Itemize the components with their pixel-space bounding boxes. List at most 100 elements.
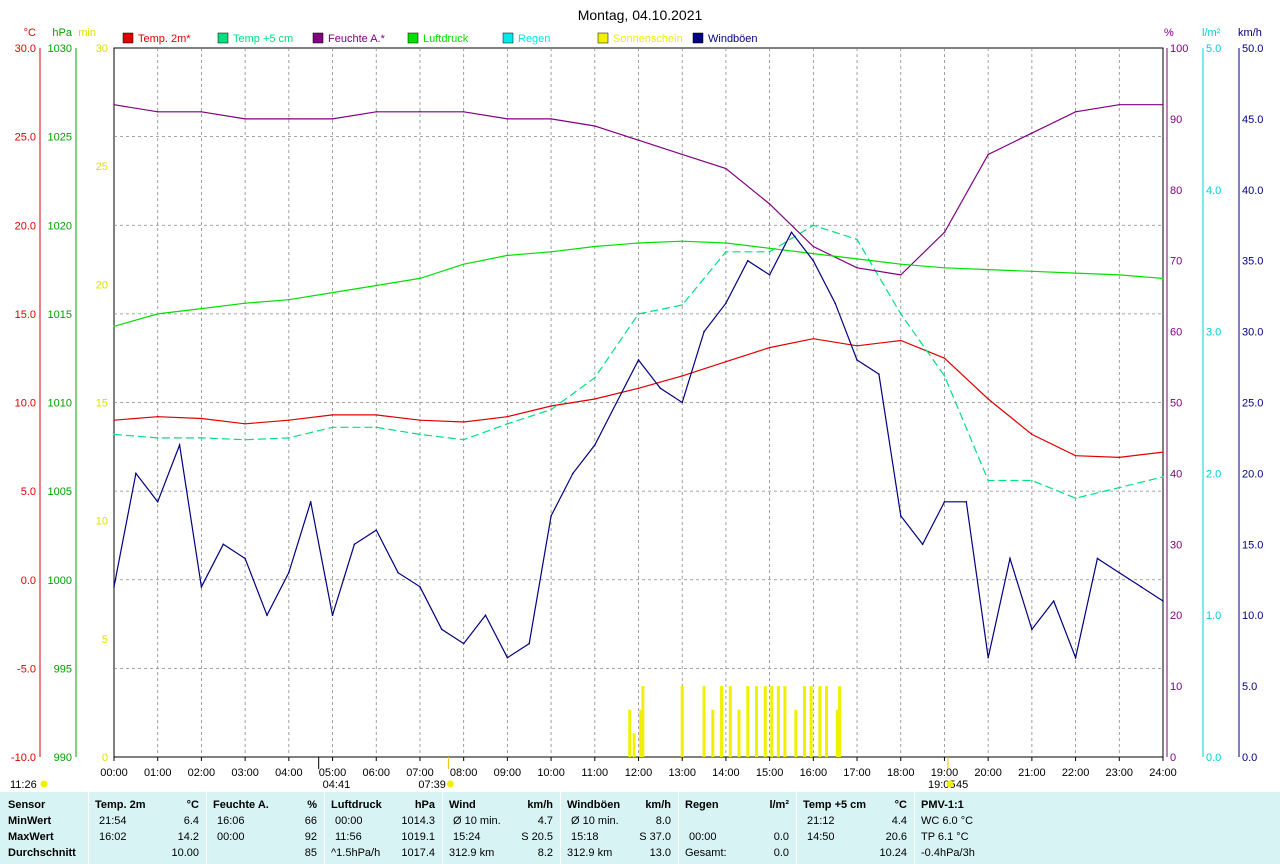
data-point — [725, 251, 727, 253]
data-point — [1162, 277, 1164, 280]
data-point — [550, 251, 552, 253]
humidity-axis-tick: 90 — [1170, 114, 1182, 126]
data-point — [637, 359, 640, 361]
rain-axis-tick: 5.0 — [1206, 43, 1221, 55]
data-point — [506, 422, 509, 425]
data-point — [156, 437, 159, 439]
stats-avg-label: ^1.5hPa/h — [331, 847, 381, 859]
data-point — [768, 251, 771, 253]
data-point — [222, 543, 225, 546]
stats-column-unit: °C — [186, 799, 199, 811]
data-point — [419, 419, 421, 422]
stats-row-labels: Sensor MinWert MaxWert Durchschnitt — [0, 792, 88, 864]
legend-label: Luftdruck — [423, 33, 469, 45]
data-point — [593, 125, 596, 127]
pressure-axis-tick: 995 — [54, 663, 72, 675]
wind-axis-tick: 0.0 — [1242, 752, 1257, 764]
moonrise-label: 04:41 — [323, 779, 351, 791]
data-point — [768, 274, 771, 276]
x-tick-label: 12:00 — [625, 767, 653, 779]
rain-axis-tick: 0.0 — [1206, 752, 1221, 764]
stats-column-name: Luftdruck — [331, 799, 382, 811]
data-point — [288, 419, 290, 422]
stats-column-name: Regen — [685, 799, 719, 811]
stats-max-value: 1019.1 — [401, 831, 435, 843]
wind-axis-unit: km/h — [1238, 27, 1262, 39]
stats-column: Feuchte A.% 16:06 66 00:00 92 85 — [206, 792, 324, 864]
data-point — [593, 444, 596, 446]
x-tick-label: 01:00 — [144, 767, 172, 779]
sunshine-bar — [720, 686, 724, 757]
sunshine-bar — [783, 686, 787, 757]
stats-min-value: 8.0 — [655, 815, 671, 827]
x-tick-label: 13:00 — [668, 767, 696, 779]
stats-min-value: 6.4 — [183, 815, 199, 827]
wind-axis-tick: 50.0 — [1242, 43, 1263, 55]
data-point — [899, 274, 902, 276]
x-tick-label: 24:00 — [1149, 767, 1177, 779]
stats-row-label: MinWert — [8, 815, 52, 827]
stats-min-value: 1014.3 — [401, 815, 435, 827]
pmv-name: PMV-1:1 — [921, 799, 964, 811]
rain-axis-tick: 1.0 — [1206, 610, 1221, 622]
sunshine-bar — [755, 686, 759, 757]
wind-axis-tick: 35.0 — [1242, 256, 1263, 268]
stats-min-value: 4.7 — [537, 815, 553, 827]
data-point — [156, 313, 159, 315]
data-point — [550, 515, 552, 517]
data-point — [506, 415, 509, 418]
legend-label: Temp +5 cm — [233, 33, 293, 45]
rain-axis-tick: 4.0 — [1206, 185, 1221, 197]
rain-axis-unit: l/m² — [1202, 27, 1221, 39]
data-point — [856, 266, 858, 269]
x-tick-label: 10:00 — [537, 767, 565, 779]
humidity-axis-tick: 80 — [1170, 185, 1182, 197]
data-point — [1118, 456, 1121, 459]
sunshine-bar — [776, 686, 780, 757]
data-point — [1118, 571, 1121, 574]
x-tick-label: 06:00 — [362, 767, 390, 779]
data-point — [725, 360, 727, 363]
pressure-axis-tick: 1020 — [48, 220, 72, 232]
data-point — [1031, 270, 1033, 273]
stats-min-time: 00:00 — [335, 815, 363, 827]
sun-axis-unit: min — [78, 27, 96, 39]
data-point — [375, 426, 378, 429]
stats-pmv-column: PMV-1:1 WC 6.0 °C TP 6.1 °C -0.4hPa/3h — [914, 792, 1280, 864]
sun-axis-tick: 5 — [102, 634, 108, 646]
data-point — [637, 387, 640, 390]
data-point — [637, 313, 640, 315]
data-point — [288, 571, 290, 574]
sunshine-bar — [794, 709, 798, 757]
legend-swatch — [502, 32, 514, 44]
data-point — [1031, 132, 1033, 134]
x-tick-label: 21:00 — [1018, 767, 1046, 779]
sunrise-label: 07:39 — [418, 779, 446, 791]
data-point — [156, 415, 159, 418]
data-point — [856, 344, 858, 347]
stats-avg-value: 85 — [304, 847, 317, 859]
x-tick-label: 15:00 — [756, 767, 784, 779]
data-point — [681, 153, 684, 156]
x-tick-label: 08:00 — [450, 767, 478, 779]
data-point — [135, 472, 137, 475]
rain-axis-tick: 3.0 — [1206, 327, 1221, 339]
sun-axis-tick: 0 — [102, 752, 108, 764]
stats-column: Temp +5 cm °C 21:12 4.4 14:50 20.6 10.24 — [796, 792, 914, 864]
humidity-axis-tick: 60 — [1170, 327, 1182, 339]
data-point — [812, 337, 815, 340]
humidity-axis-tick: 70 — [1170, 256, 1182, 268]
temp-axis-tick: -10.0 — [11, 752, 36, 764]
legend-swatch — [407, 32, 419, 44]
data-point — [156, 111, 159, 113]
data-point — [200, 417, 203, 420]
stats-min-value: 66 — [304, 815, 317, 827]
data-point — [593, 245, 596, 248]
stats-column-name: Windböen — [567, 799, 621, 811]
sunshine-bar — [818, 686, 822, 757]
stats-min-time: 21:54 — [99, 815, 127, 827]
data-point — [812, 252, 815, 255]
x-tick-label: 23:00 — [1106, 767, 1134, 779]
data-point — [812, 245, 815, 248]
stats-min-value: 4.4 — [891, 815, 907, 827]
